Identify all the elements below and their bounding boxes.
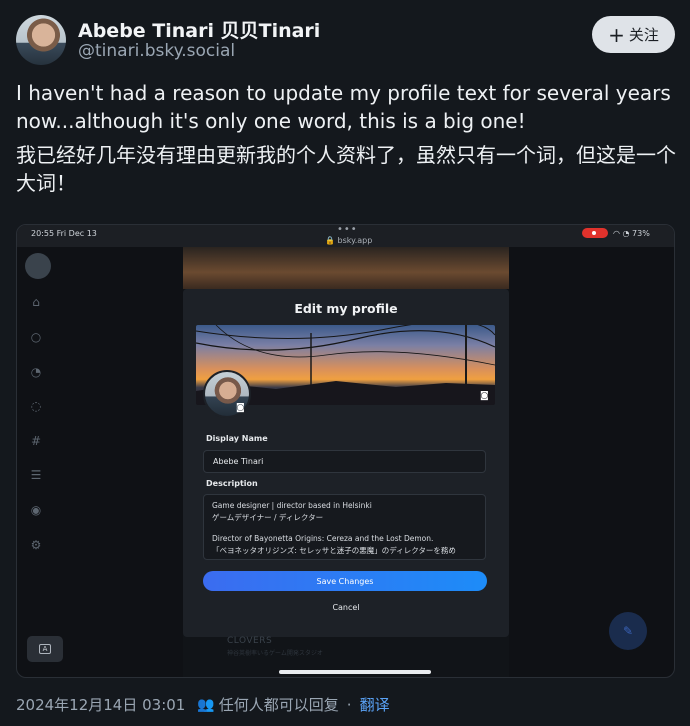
- description-line: 「ベヨネッタオリジンズ: セレッサと迷子の悪魔」のディレクターを務め: [212, 546, 456, 555]
- battery-status: ◠ ◔ 73%: [613, 229, 650, 238]
- keyboard-toggle-button[interactable]: A: [27, 636, 63, 662]
- lists-icon: ☰: [30, 468, 42, 482]
- description-line: ゲームデザイナー / ディレクター: [212, 513, 324, 522]
- description-textarea[interactable]: Game designer | director based in Helsin…: [203, 494, 486, 560]
- follow-button[interactable]: + 关注: [592, 16, 675, 53]
- chat-icon: ◌: [30, 399, 42, 413]
- browser-url: 🔒 bsky.app: [325, 236, 373, 245]
- description-line: Game designer | director based in Helsin…: [212, 501, 372, 510]
- save-changes-button[interactable]: Save Changes: [203, 571, 487, 591]
- notifications-icon: ◔: [30, 365, 42, 379]
- cancel-button[interactable]: Cancel: [183, 603, 509, 612]
- display-name-input[interactable]: Abebe Tinari: [203, 450, 486, 473]
- sidebar-avatar: [25, 253, 51, 279]
- change-banner-camera-icon[interactable]: ◙: [480, 391, 490, 401]
- display-name-value: Abebe Tinari: [213, 457, 264, 466]
- home-icon: ⌂: [32, 295, 40, 309]
- post-meta: 2024年12月14日 03:01 👥 任何人都可以回复 · 翻译: [16, 694, 390, 715]
- feeds-icon: #: [30, 434, 42, 448]
- settings-icon: ⚙: [30, 538, 42, 552]
- separator-dot: ·: [346, 695, 352, 714]
- compose-pencil-icon[interactable]: ✎: [609, 612, 647, 650]
- battery-percent: 73%: [632, 229, 650, 238]
- follow-button-label: 关注: [628, 26, 659, 44]
- ipad-status-bar: 20:55 Fri Dec 13 ••• 🔒 bsky.app ◠ ◔ 73%: [17, 225, 674, 247]
- attached-image[interactable]: 20:55 Fri Dec 13 ••• 🔒 bsky.app ◠ ◔ 73% …: [16, 224, 675, 678]
- edit-profile-dialog: Edit my profile ◙ ◙ Display Name Abebe T…: [183, 289, 509, 637]
- plus-icon: +: [608, 22, 625, 47]
- translate-link[interactable]: 翻译: [360, 694, 390, 715]
- keyboard-icon: A: [38, 644, 52, 654]
- reply-setting: 任何人都可以回复: [218, 696, 339, 714]
- home-indicator: [279, 670, 431, 674]
- description-line: Director of Bayonetta Origins: Cereza an…: [212, 534, 434, 543]
- author-name[interactable]: Abebe Tinari 贝贝Tinari: [78, 16, 320, 43]
- description-label: Description: [206, 479, 258, 488]
- profile-icon: ◉: [30, 503, 42, 517]
- display-name-label: Display Name: [206, 434, 268, 443]
- background-brand-text: CLOVERS: [227, 636, 273, 646]
- post-body: I haven't had a reason to update my prof…: [16, 79, 678, 197]
- people-icon: 👥: [197, 696, 215, 713]
- author-handle[interactable]: @tinari.bsky.social: [78, 41, 235, 61]
- status-time: 20:55 Fri Dec 13: [31, 229, 97, 238]
- dialog-title: Edit my profile: [294, 301, 398, 316]
- background-brand-subtext: 神谷英樹率いるゲーム開発スタジオ: [227, 650, 323, 657]
- multitask-dots-icon: •••: [337, 224, 358, 235]
- post-text-english: I haven't had a reason to update my prof…: [16, 81, 671, 133]
- recording-indicator-icon: [582, 228, 608, 238]
- post-timestamp[interactable]: 2024年12月14日 03:01: [16, 694, 185, 715]
- post-text-chinese: 我已经好几年没有理由更新我的个人资料了，虽然只有一个词，但这是一个大词！: [16, 143, 676, 195]
- change-avatar-camera-icon[interactable]: ◙: [236, 403, 246, 413]
- background-profile-banner: [183, 247, 509, 289]
- author-avatar[interactable]: [16, 15, 66, 65]
- search-icon: ○: [30, 330, 42, 344]
